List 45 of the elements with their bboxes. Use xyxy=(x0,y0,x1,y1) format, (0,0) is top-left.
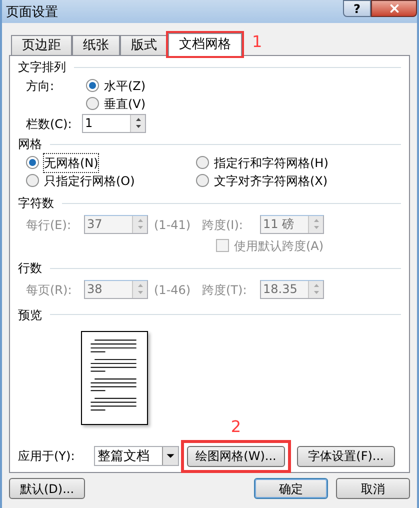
callout-number: 2 xyxy=(230,417,241,436)
field-label: 方向: xyxy=(26,78,56,95)
window-title: 页面设置 xyxy=(6,4,58,22)
callout-number: 1 xyxy=(252,32,262,50)
tab[interactable]: 页边距 xyxy=(11,34,72,54)
radio-button[interactable] xyxy=(196,156,209,170)
section-heading: 网格 xyxy=(18,136,42,154)
close-button[interactable] xyxy=(371,0,417,17)
tab[interactable]: 版式 xyxy=(120,34,168,54)
radio-button[interactable] xyxy=(196,174,209,188)
spin-field[interactable]: 1 xyxy=(82,114,146,134)
dialog-button[interactable]: 字体设置(F)... xyxy=(297,446,395,467)
dialog-button[interactable]: 绘图网格(W)... xyxy=(187,446,285,467)
field-label: 每页(R): xyxy=(26,282,73,299)
radio-label: 垂直(V) xyxy=(104,96,146,113)
section-heading: 行数 xyxy=(18,260,42,278)
radio-button[interactable] xyxy=(86,79,99,92)
radio-button[interactable] xyxy=(86,97,99,110)
apply-to-dropdown[interactable]: 整篇文档 xyxy=(94,446,179,466)
tab[interactable]: 文档网格 xyxy=(168,32,242,56)
section-heading: 预览 xyxy=(18,306,42,324)
radio-label: 无网格(N) xyxy=(44,154,98,172)
field-label: 应用于(Y): xyxy=(18,448,76,466)
radio-label: 指定行和字符网格(H) xyxy=(214,154,328,172)
field-label: 跨度(T): xyxy=(202,282,248,299)
checkbox-label: 使用默认跨度(A) xyxy=(234,238,324,255)
range-text: (1-41) xyxy=(154,216,192,234)
tab[interactable]: 纸张 xyxy=(72,34,120,54)
range-text: (1-46) xyxy=(154,282,192,299)
dialog-button[interactable]: 默认(D)... xyxy=(9,478,85,499)
spinner-icon[interactable] xyxy=(130,115,145,132)
section-heading: 字符数 xyxy=(18,195,54,212)
radio-label: 文字对齐字符网格(X) xyxy=(214,172,328,190)
help-button[interactable]: ? xyxy=(343,0,371,17)
dialog-button[interactable]: 确定 xyxy=(254,478,328,499)
close-icon xyxy=(388,2,400,15)
field-label: 跨度(I): xyxy=(202,216,244,234)
radio-label: 水平(Z) xyxy=(104,78,146,95)
field-label: 每行(E): xyxy=(26,216,72,234)
section-heading: 文字排列 xyxy=(18,59,66,76)
dialog-button[interactable]: 取消 xyxy=(336,478,410,499)
radio-button[interactable] xyxy=(26,174,39,188)
radio-button[interactable] xyxy=(26,156,39,170)
radio-label: 只指定行网格(O) xyxy=(44,172,135,190)
field-label: 栏数(C): xyxy=(26,116,73,133)
